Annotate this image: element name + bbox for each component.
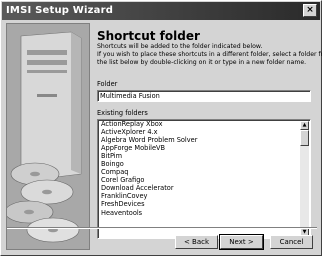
setup-wizard-window: IMSI Setup Wizard × Shortcut folder Shor… [0,0,322,256]
folder-label: Folder [97,80,118,88]
cancel-button[interactable]: Cancel [270,235,313,249]
list-item[interactable]: Download Accelerator [98,184,310,192]
existing-folders-label: Existing folders [97,109,148,117]
list-item[interactable]: Compaq [98,168,310,176]
scroll-thumb[interactable] [300,130,309,146]
list-item[interactable]: AppForge MobileVB [98,144,310,152]
list-item[interactable]: FranklinCovey [98,192,310,200]
description-line: Shortcuts will be added to the folder in… [97,43,263,50]
list-item[interactable]: Corel Grafigo [98,176,310,184]
list-item[interactable]: ActionReplay Xbox [98,120,310,128]
list-item[interactable]: ActiveXplorer 4.x [98,128,310,136]
button-separator [7,227,317,229]
list-item[interactable]: BitPim [98,152,310,160]
computer-cd-illustration [7,24,89,249]
list-item[interactable]: Heaventools [98,209,310,217]
page-title: Shortcut folder [97,29,200,43]
list-item[interactable]: Boingo [98,160,310,168]
description-line: If you wish to place these shortcuts in … [97,51,322,59]
folder-input[interactable]: Multimedia Fusion [97,90,311,102]
wizard-side-image [6,23,90,250]
close-button[interactable]: × [303,4,317,17]
list-item[interactable]: FreshDevices [98,200,310,208]
description-line: the list below by double-clicking on it … [97,59,307,67]
next-button[interactable]: Next > [219,234,264,250]
list-scrollbar[interactable]: ▲ ▼ [300,121,309,237]
list-item[interactable]: Algebra Word Problem Solver [98,136,310,144]
existing-folders-list[interactable]: ActionReplay Xbox ActiveXplorer 4.x Alge… [97,119,311,239]
window-title: IMSI Setup Wizard [6,5,114,16]
content-panel: Shortcut folder Shortcuts will be added … [97,23,322,239]
scroll-up-arrow-icon[interactable]: ▲ [300,121,309,130]
title-bar[interactable]: IMSI Setup Wizard × [2,2,320,20]
description-text: Shortcuts will be added to the folder in… [97,43,322,68]
back-button[interactable]: < Back [175,235,218,249]
